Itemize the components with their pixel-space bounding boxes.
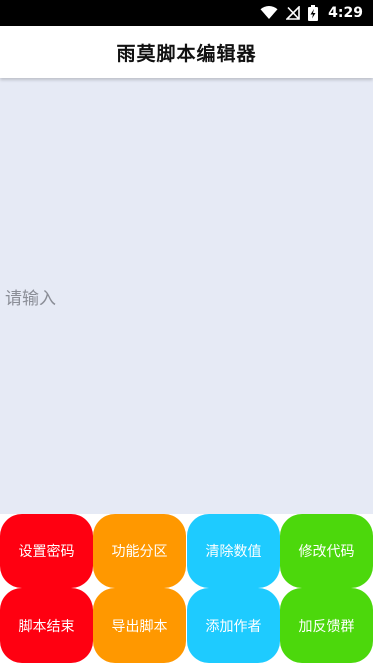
export-script-button[interactable]: 导出脚本 xyxy=(93,588,186,663)
app-bar: 雨莫脚本编辑器 xyxy=(0,26,373,78)
editor-area xyxy=(0,78,373,514)
add-author-button[interactable]: 添加作者 xyxy=(187,588,280,663)
join-feedback-group-button[interactable]: 加反馈群 xyxy=(280,588,373,663)
action-button-grid: 设置密码 功能分区 清除数值 修改代码 脚本结束 导出脚本 添加作者 加反馈群 xyxy=(0,514,373,663)
battery-charging-icon xyxy=(308,5,319,21)
no-signal-icon xyxy=(286,6,300,20)
wifi-icon xyxy=(260,6,278,20)
modify-code-button[interactable]: 修改代码 xyxy=(280,514,373,588)
set-password-button[interactable]: 设置密码 xyxy=(0,514,93,588)
script-input[interactable] xyxy=(0,78,373,514)
end-script-button[interactable]: 脚本结束 xyxy=(0,588,93,663)
status-time: 4:29 xyxy=(328,5,363,21)
clear-values-button[interactable]: 清除数值 xyxy=(187,514,280,588)
page-title: 雨莫脚本编辑器 xyxy=(116,42,257,65)
status-bar: 4:29 xyxy=(0,0,373,26)
function-partition-button[interactable]: 功能分区 xyxy=(93,514,186,588)
